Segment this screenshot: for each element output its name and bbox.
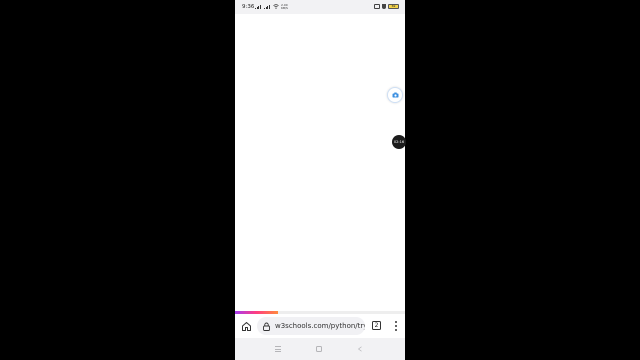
home-button[interactable] xyxy=(240,320,252,332)
shield-icon xyxy=(382,4,386,9)
status-bar: 9:36 2.00 KB/S 69 xyxy=(235,0,405,14)
network-speed-unit: KB/S xyxy=(281,5,288,10)
lock-icon xyxy=(263,322,270,331)
recording-timer-bubble[interactable]: 02:16 xyxy=(392,135,406,149)
wifi-icon xyxy=(273,4,279,9)
battery-level: 69 xyxy=(391,4,396,8)
network-speed: 2.00 KB/S xyxy=(281,3,288,10)
web-page-content[interactable] xyxy=(235,14,405,311)
tabs-button[interactable]: 2 xyxy=(372,321,381,330)
cast-icon xyxy=(374,4,380,9)
back-icon[interactable] xyxy=(357,346,363,352)
url-text: w3schools.com/python/try xyxy=(275,322,365,330)
camera-icon xyxy=(392,92,398,98)
address-bar[interactable]: w3schools.com/python/try xyxy=(257,317,365,335)
status-time: 9:36 xyxy=(242,4,255,10)
signal-icon xyxy=(255,5,261,9)
status-icons-right: 69 xyxy=(374,4,399,9)
phone-screen: 9:36 2.00 KB/S 69 w3schools.com/python/t… xyxy=(235,0,405,360)
recent-apps-icon[interactable] xyxy=(275,346,281,352)
nav-home-icon[interactable] xyxy=(316,346,322,352)
camera-button[interactable] xyxy=(387,87,403,103)
recording-timer-text: 02:16 xyxy=(393,140,405,144)
home-icon xyxy=(241,321,251,331)
browser-toolbar: w3schools.com/python/try 2 xyxy=(235,314,405,338)
battery-icon: 69 xyxy=(388,4,399,9)
system-nav-bar xyxy=(235,338,405,360)
signal-icon-2 xyxy=(264,5,270,9)
more-vert-icon[interactable] xyxy=(393,320,399,332)
